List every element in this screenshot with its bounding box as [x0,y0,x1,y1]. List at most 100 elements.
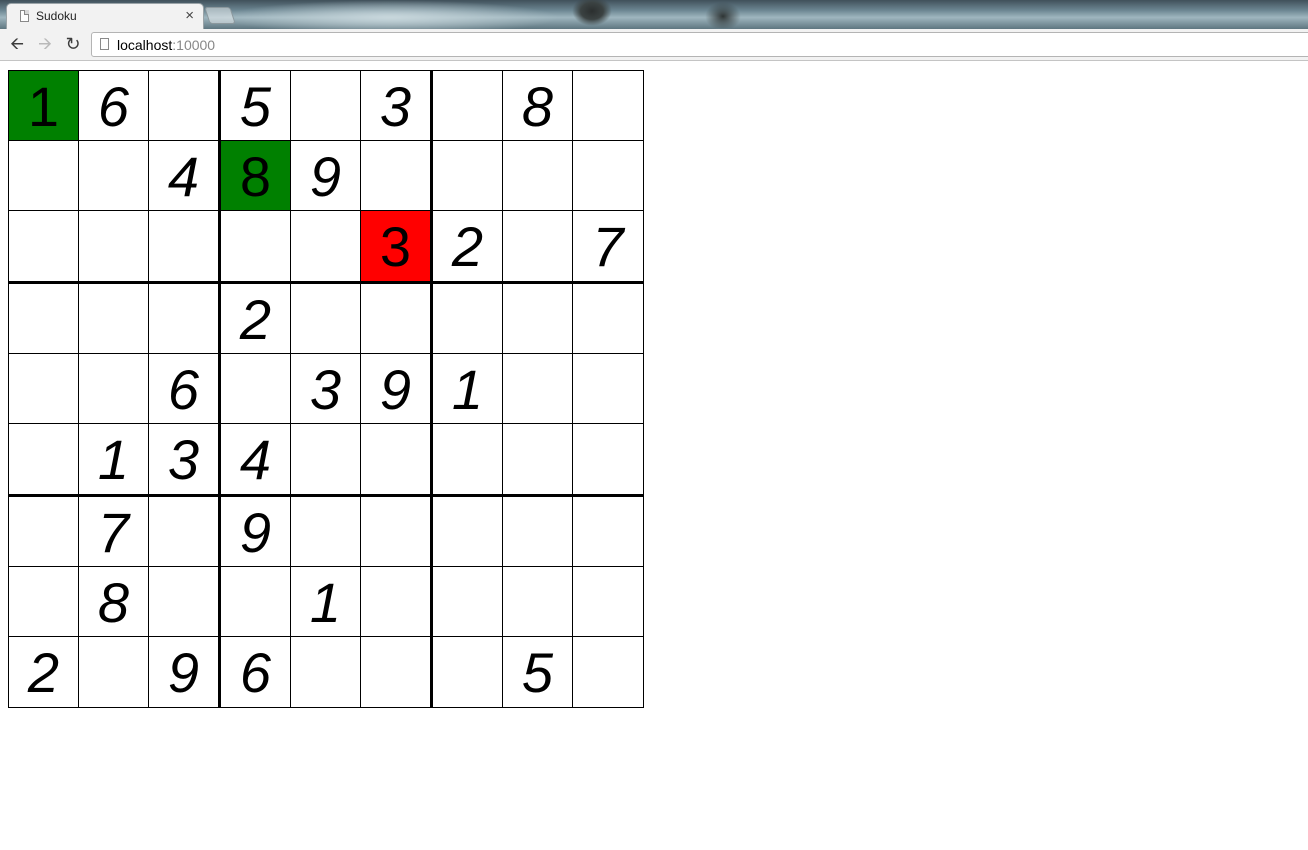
sudoku-cell[interactable] [148,210,220,283]
titlebar-background-figure [572,0,612,26]
sudoku-cell[interactable]: 9 [148,636,220,708]
new-tab-button[interactable] [204,7,236,24]
sudoku-cell[interactable] [78,353,148,423]
page-icon [100,38,109,50]
sudoku-cell[interactable]: 3 [360,210,432,283]
sudoku-cell[interactable]: 9 [220,496,290,566]
sudoku-cell[interactable] [290,70,360,140]
reload-icon[interactable]: ↻ [62,33,84,55]
sudoku-cell[interactable]: 3 [148,423,220,496]
titlebar-background-figure-2 [705,2,741,28]
sudoku-cell[interactable]: 7 [572,210,644,283]
sudoku-cell[interactable] [432,423,502,496]
window-titlebar: Sudoku × [0,0,1308,29]
back-arrow-icon[interactable]: 🡨 [6,33,28,55]
sudoku-cell[interactable] [8,566,78,636]
sudoku-cell[interactable]: 1 [78,423,148,496]
sudoku-cell[interactable] [8,210,78,283]
url-port: :10000 [172,37,216,53]
sudoku-cell[interactable]: 1 [8,70,78,140]
sudoku-cell[interactable] [572,636,644,708]
sudoku-cell[interactable] [78,283,148,353]
tab-close-icon[interactable]: × [185,7,194,24]
sudoku-board: 165384893272639113479812965 [8,70,644,708]
sudoku-cell[interactable]: 7 [78,496,148,566]
sudoku-cell[interactable]: 3 [360,70,432,140]
sudoku-cell[interactable] [360,283,432,353]
sudoku-cell[interactable]: 8 [502,70,572,140]
sudoku-cell[interactable] [360,636,432,708]
page-icon [20,10,29,22]
sudoku-cell[interactable] [8,140,78,210]
sudoku-cell[interactable] [8,423,78,496]
sudoku-cell[interactable]: 9 [360,353,432,423]
sudoku-cell[interactable] [8,283,78,353]
sudoku-cell[interactable] [502,496,572,566]
sudoku-cell[interactable]: 2 [8,636,78,708]
sudoku-cell[interactable]: 3 [290,353,360,423]
sudoku-cell[interactable] [78,140,148,210]
browser-tab[interactable]: Sudoku × [6,3,204,29]
sudoku-cell[interactable]: 9 [290,140,360,210]
sudoku-cell[interactable]: 6 [220,636,290,708]
browser-toolbar: 🡨 🡪 ↻ localhost:10000 [0,29,1308,61]
tab-title: Sudoku [36,9,77,23]
url-text: localhost:10000 [117,37,215,53]
sudoku-cell[interactable]: 1 [432,353,502,423]
sudoku-cell[interactable] [148,496,220,566]
sudoku-cell[interactable]: 2 [220,283,290,353]
sudoku-cell[interactable]: 5 [220,70,290,140]
sudoku-cell[interactable]: 4 [220,423,290,496]
sudoku-cell[interactable] [290,283,360,353]
sudoku-cell[interactable]: 6 [148,353,220,423]
sudoku-cell[interactable] [290,496,360,566]
sudoku-cell[interactable] [78,636,148,708]
sudoku-cell[interactable] [502,140,572,210]
sudoku-cell[interactable] [8,496,78,566]
sudoku-cell[interactable] [220,210,290,283]
sudoku-cell[interactable] [502,566,572,636]
sudoku-cell[interactable] [78,210,148,283]
sudoku-cell[interactable] [572,566,644,636]
sudoku-cell[interactable] [572,423,644,496]
sudoku-cell[interactable] [148,566,220,636]
sudoku-cell[interactable] [8,353,78,423]
titlebar-background-art [220,0,560,29]
sudoku-cell[interactable]: 4 [148,140,220,210]
sudoku-cell[interactable] [572,496,644,566]
forward-arrow-icon[interactable]: 🡪 [34,33,56,55]
sudoku-cell[interactable] [502,283,572,353]
sudoku-cell[interactable] [360,423,432,496]
sudoku-cell[interactable]: 8 [220,140,290,210]
sudoku-cell[interactable] [220,353,290,423]
sudoku-cell[interactable] [502,423,572,496]
sudoku-cell[interactable] [572,353,644,423]
sudoku-cell[interactable] [220,566,290,636]
sudoku-cell[interactable]: 6 [78,70,148,140]
sudoku-cell[interactable] [148,70,220,140]
url-host: localhost [117,37,173,53]
sudoku-cell[interactable] [432,636,502,708]
sudoku-cell[interactable] [432,566,502,636]
sudoku-cell[interactable] [432,70,502,140]
sudoku-cell[interactable] [290,636,360,708]
sudoku-cell[interactable] [360,140,432,210]
sudoku-cell[interactable] [572,140,644,210]
sudoku-cell[interactable] [290,210,360,283]
sudoku-cell[interactable] [572,70,644,140]
sudoku-cell[interactable] [148,283,220,353]
sudoku-cell[interactable] [360,496,432,566]
sudoku-cell[interactable] [502,210,572,283]
sudoku-cell[interactable] [432,140,502,210]
sudoku-cell[interactable] [572,283,644,353]
sudoku-cell[interactable]: 5 [502,636,572,708]
sudoku-cell[interactable] [432,496,502,566]
sudoku-cell[interactable] [290,423,360,496]
sudoku-cell[interactable]: 2 [432,210,502,283]
address-bar[interactable]: localhost:10000 [91,32,1308,57]
sudoku-cell[interactable] [360,566,432,636]
sudoku-cell[interactable]: 8 [78,566,148,636]
sudoku-cell[interactable] [502,353,572,423]
sudoku-cell[interactable] [432,283,502,353]
sudoku-cell[interactable]: 1 [290,566,360,636]
